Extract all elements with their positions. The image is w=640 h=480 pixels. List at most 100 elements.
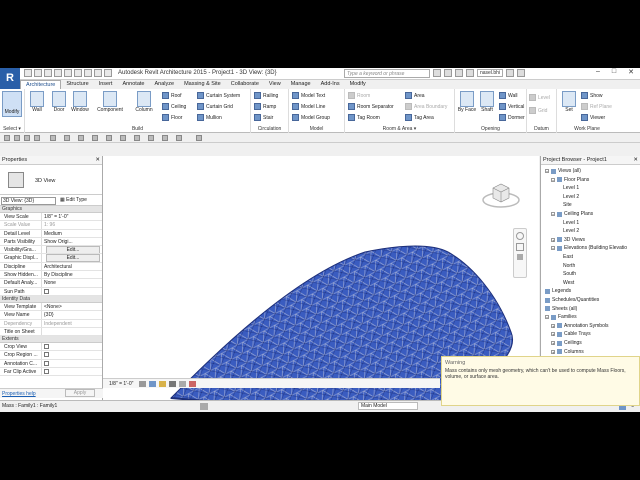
property-value[interactable]: [42, 328, 102, 335]
area-boundary-button[interactable]: Area Boundary: [405, 102, 447, 111]
application-menu-button[interactable]: R: [0, 68, 20, 89]
save-icon[interactable]: [34, 69, 42, 77]
browser-item[interactable]: East: [563, 254, 573, 260]
floor-button[interactable]: Floor: [162, 113, 182, 122]
star-icon[interactable]: [455, 69, 463, 77]
browser-item[interactable]: − Views (all): [545, 168, 581, 174]
property-row[interactable]: Crop View: [0, 343, 102, 352]
expand-toggle-icon[interactable]: −: [551, 177, 555, 182]
customize-small-icon[interactable]: [196, 135, 202, 141]
door-button[interactable]: Door: [49, 91, 69, 113]
maximize-button[interactable]: □: [612, 68, 616, 76]
section-small-icon[interactable]: [134, 135, 140, 141]
shadows-icon[interactable]: [169, 381, 176, 387]
default-3d-view-icon[interactable]: [84, 69, 92, 77]
sun-path-icon[interactable]: [159, 381, 166, 387]
property-value[interactable]: None: [42, 279, 102, 286]
tab-massing-site[interactable]: Massing & Site: [179, 80, 226, 89]
property-value[interactable]: Edit...: [42, 254, 102, 262]
browser-item[interactable]: Legends: [545, 288, 571, 294]
property-value[interactable]: [42, 288, 102, 295]
expand-toggle-icon[interactable]: −: [551, 246, 555, 251]
graphics-section-header[interactable]: Graphics: [0, 206, 102, 213]
expand-toggle-icon[interactable]: +: [551, 349, 555, 354]
property-value[interactable]: [42, 368, 102, 375]
property-value[interactable]: 1/8" = 1'-0": [42, 213, 102, 220]
property-checkbox[interactable]: [44, 369, 49, 375]
edit-type-button[interactable]: ▦ Edit Type: [60, 197, 87, 203]
sync-icon[interactable]: [94, 69, 102, 77]
tag-room-button[interactable]: Tag Room: [348, 113, 380, 122]
user-name[interactable]: nasel.bhi: [477, 69, 504, 77]
property-row[interactable]: Visibility/Gra... Edit...: [0, 246, 102, 255]
browser-item[interactable]: + Columns: [551, 349, 584, 355]
property-value[interactable]: [42, 351, 102, 358]
property-row[interactable]: Default Analy... None: [0, 279, 102, 288]
extents-section-header[interactable]: Extents: [0, 336, 102, 344]
type-selector[interactable]: 3D View: [0, 165, 102, 195]
browser-item[interactable]: West: [563, 280, 574, 286]
property-row[interactable]: Dependency Independent: [0, 319, 102, 328]
tab-annotate[interactable]: Annotate: [117, 80, 149, 89]
expand-toggle-icon[interactable]: +: [551, 341, 555, 346]
browser-item[interactable]: Sheets (all): [545, 306, 577, 312]
wall-opening-button[interactable]: Wall: [499, 91, 518, 100]
stair-button[interactable]: Stair: [254, 113, 273, 122]
dormer-button[interactable]: Dormer: [499, 113, 525, 122]
property-value[interactable]: Independent: [42, 320, 102, 327]
model-group-button[interactable]: Model Group: [292, 113, 330, 122]
3d-view-small-icon[interactable]: [120, 135, 126, 141]
undo-small-icon[interactable]: [24, 135, 30, 141]
grid-button[interactable]: Grid: [529, 106, 547, 115]
minimize-button[interactable]: –: [596, 68, 600, 76]
property-row[interactable]: Parts Visibility Show Origi...: [0, 237, 102, 247]
model-text-button[interactable]: Model Text: [292, 91, 325, 100]
ref-plane-button[interactable]: Ref Plane: [581, 102, 612, 111]
browser-item[interactable]: Level 1: [563, 185, 579, 191]
project-browser-close-icon[interactable]: ✕: [633, 156, 638, 165]
print-icon[interactable]: [64, 69, 72, 77]
property-row[interactable]: Sun Path: [0, 287, 102, 296]
property-checkbox[interactable]: [44, 288, 49, 294]
undo-icon[interactable]: [44, 69, 52, 77]
binoculars-icon[interactable]: [433, 69, 441, 77]
subscription-icon[interactable]: [444, 69, 452, 77]
redo-small-icon[interactable]: [34, 135, 40, 141]
browser-item[interactable]: North: [563, 263, 575, 269]
crop-view-icon[interactable]: [179, 381, 186, 387]
tag-area-button[interactable]: Tag Area: [405, 113, 434, 122]
steering-wheel-icon[interactable]: [516, 232, 524, 240]
column-button[interactable]: Column: [133, 91, 155, 113]
property-row[interactable]: Annotation C...: [0, 359, 102, 369]
property-row[interactable]: Show Hidden... By Discipline: [0, 271, 102, 280]
browser-item[interactable]: Level 1: [563, 220, 579, 226]
property-value[interactable]: [42, 360, 102, 367]
property-checkbox[interactable]: [44, 344, 49, 350]
by-face-button[interactable]: By Face: [457, 91, 477, 113]
view-scale-label[interactable]: 1/8" = 1'-0": [109, 381, 133, 387]
search-input[interactable]: Type a keyword or phrase: [344, 69, 430, 78]
tab-manage[interactable]: Manage: [286, 80, 316, 89]
switch-windows-small-icon[interactable]: [176, 135, 182, 141]
select-panel-label[interactable]: Select ▾: [0, 126, 24, 132]
expand-toggle-icon[interactable]: +: [551, 237, 555, 242]
apply-button[interactable]: Apply: [65, 389, 95, 397]
expand-toggle-icon[interactable]: −: [545, 169, 549, 174]
browser-item[interactable]: + Annotation Symbols: [551, 323, 608, 329]
open-icon[interactable]: [24, 69, 32, 77]
area-button[interactable]: Area: [405, 91, 425, 100]
measure-icon[interactable]: [74, 69, 82, 77]
open-small-icon[interactable]: [4, 135, 10, 141]
room-area-panel-label[interactable]: Room & Area ▾: [345, 126, 454, 132]
modify-button[interactable]: Modify: [2, 91, 22, 117]
tab-collaborate[interactable]: Collaborate: [226, 80, 264, 89]
browser-item[interactable]: South: [563, 271, 576, 277]
browser-item[interactable]: + Cable Trays: [551, 331, 591, 337]
mullion-button[interactable]: Mullion: [197, 113, 222, 122]
edit-button[interactable]: Edit...: [46, 246, 100, 254]
temporary-hide-icon[interactable]: [189, 381, 196, 387]
tab-view[interactable]: View: [264, 80, 286, 89]
expand-toggle-icon[interactable]: −: [545, 315, 549, 320]
property-row[interactable]: Detail Level Medium: [0, 229, 102, 238]
view-dropdown[interactable]: 3D View: {3D}: [1, 197, 56, 205]
